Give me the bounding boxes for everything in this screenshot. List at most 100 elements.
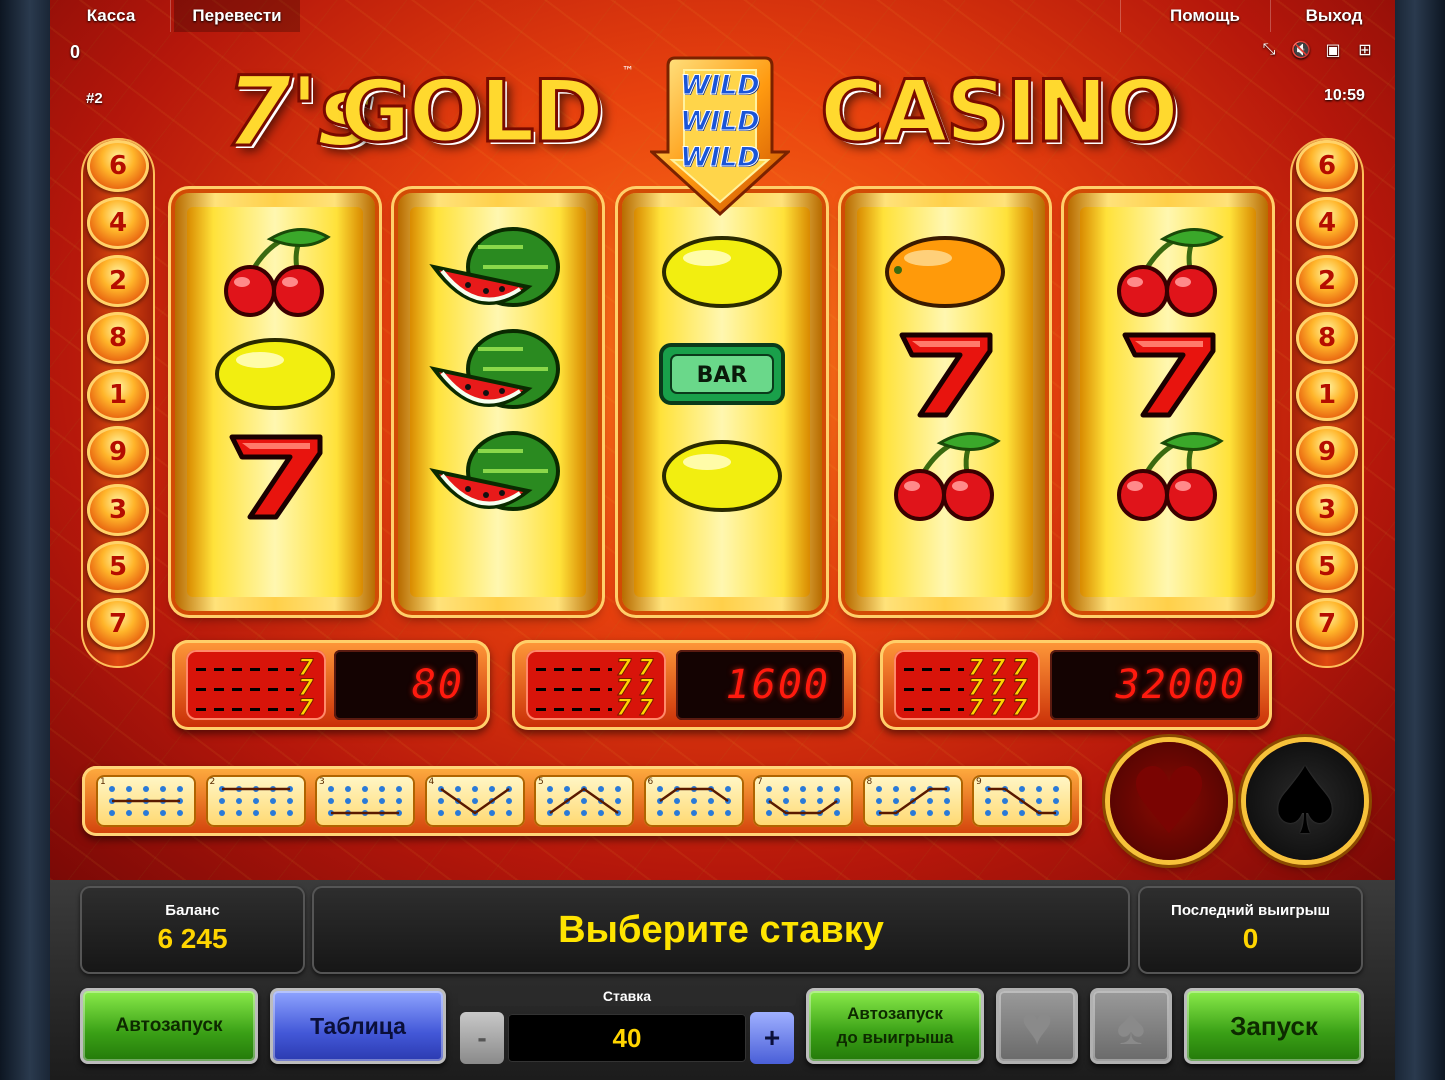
- payline-1-button[interactable]: 1: [96, 775, 196, 827]
- reel-1: [175, 193, 375, 611]
- payline-6-button[interactable]: 6: [643, 775, 744, 827]
- wild-label: WILD: [680, 106, 760, 138]
- lemon-symbol: [634, 421, 810, 531]
- paytable-dash-row: [196, 708, 294, 711]
- paytable-symbols: 777777777: [894, 650, 1040, 722]
- settings-icon[interactable]: ⊞: [1354, 38, 1376, 60]
- line-number: 6: [87, 140, 149, 192]
- line-number: 3: [87, 483, 149, 536]
- gamble-red-button[interactable]: ♥: [996, 988, 1078, 1064]
- payline-pattern-icon: [875, 786, 950, 816]
- watermelon-symbol: [410, 217, 586, 327]
- payline-pattern-icon: [328, 786, 402, 816]
- paytable-dash-row: [904, 688, 964, 691]
- lemon-symbol: [187, 319, 363, 429]
- paytable-value: 1600: [676, 650, 844, 720]
- balance-label: Баланс: [165, 902, 220, 919]
- wild-arrow: WILD WILD WILD: [648, 52, 792, 217]
- seven-mini-icon: 7: [967, 696, 984, 722]
- line-number: 9: [87, 426, 149, 479]
- line-number: 2: [87, 254, 149, 307]
- left-line-numbers: 6 4 2 8 1 9 3 5 7: [83, 140, 153, 656]
- line-number: 4: [87, 197, 149, 250]
- payline-pattern-icon: [218, 786, 293, 816]
- line-number: 8: [87, 311, 149, 364]
- seven-mini-icon: 7: [297, 696, 314, 722]
- paytable-two-sevens: 777777 1600: [512, 640, 856, 730]
- payline-2-button[interactable]: 2: [205, 775, 306, 827]
- line-number: 5: [87, 541, 149, 594]
- spade-icon: ♠: [1116, 996, 1146, 1056]
- line-number: 6: [1296, 140, 1358, 192]
- payline-7-button[interactable]: 7: [753, 775, 853, 827]
- help-button[interactable]: Помощь: [1150, 0, 1260, 32]
- logo-gold: GOLD: [339, 61, 606, 164]
- svg-text:BAR: BAR: [697, 363, 748, 388]
- autoplay-until-win-button[interactable]: Автозапуск до выигрыша: [806, 988, 984, 1064]
- cherry-symbol: [1080, 217, 1256, 327]
- wild-label: WILD: [680, 142, 760, 174]
- black-spade-icon[interactable]: ♠: [1246, 742, 1364, 860]
- line-number: 7: [1296, 598, 1358, 651]
- payline-pattern-icon: [547, 786, 621, 816]
- table-button[interactable]: Таблица: [270, 988, 446, 1064]
- last-win-label: Последний выигрыш: [1171, 902, 1330, 919]
- stake-increase-button[interactable]: +: [750, 1012, 794, 1064]
- line-number: 7: [87, 598, 149, 651]
- payline-pattern-icon: [985, 786, 1059, 816]
- menu-divider: [1120, 0, 1121, 32]
- paytable-value: 80: [334, 650, 478, 720]
- message-panel: Выберите ставку: [312, 886, 1130, 974]
- line-number: 2: [1296, 254, 1358, 307]
- paytable-dash-row: [536, 708, 612, 711]
- autoplay-until-win-line1: Автозапуск: [847, 1004, 943, 1023]
- payline-4-button[interactable]: 4: [424, 775, 525, 827]
- credit-counter: 0: [70, 42, 81, 62]
- clock: 10:59: [1324, 87, 1365, 104]
- translate-button[interactable]: Перевести: [174, 0, 300, 32]
- right-line-numbers: 6 4 2 8 1 9 3 5 7: [1292, 140, 1362, 656]
- bar-symbol: BAR: [634, 319, 810, 429]
- cashier-button[interactable]: Касса: [68, 0, 154, 32]
- reel-window: [187, 207, 363, 597]
- seven-symbol: [187, 421, 363, 531]
- line-number: 8: [1296, 311, 1358, 364]
- cherry-symbol: [857, 421, 1033, 531]
- paytable-dash-row: [536, 668, 612, 671]
- payline-9-button[interactable]: 9: [972, 775, 1072, 827]
- lemon-symbol: [634, 217, 810, 327]
- seven-symbol: [857, 319, 1033, 429]
- system-icons: ⤡ 🔇 ▣ ⊞: [1258, 38, 1376, 60]
- seven-mini-icon: 7: [637, 696, 654, 722]
- autoplay-button[interactable]: Автозапуск: [80, 988, 258, 1064]
- fullscreen-icon[interactable]: ⤡: [1258, 38, 1280, 60]
- red-heart-icon[interactable]: ♥: [1110, 742, 1228, 860]
- payline-5-button[interactable]: 5: [534, 775, 634, 827]
- paytable-dash-row: [904, 708, 964, 711]
- payline-8-button[interactable]: 8: [862, 775, 963, 827]
- line-number: 1: [87, 369, 149, 422]
- left-frame: [0, 0, 50, 1080]
- seven-mini-icon: 7: [1011, 696, 1028, 722]
- seven-mini-icon: 7: [615, 696, 632, 722]
- right-frame: [1395, 0, 1445, 1080]
- stake-decrease-button[interactable]: -: [460, 1012, 504, 1064]
- status-message: Выберите ставку: [558, 909, 884, 951]
- reel-5: [1068, 193, 1268, 611]
- speed-icon[interactable]: ▣: [1322, 38, 1344, 60]
- menu-divider: [170, 0, 171, 32]
- paytable-symbols: 777: [186, 650, 326, 722]
- line-number: 1: [1296, 369, 1358, 422]
- paytable-dash-row: [536, 688, 612, 691]
- reel-window: [410, 207, 586, 597]
- line-number: 9: [1296, 426, 1358, 479]
- exit-button[interactable]: Выход: [1284, 0, 1384, 32]
- balance-panel: Баланс 6 245: [80, 886, 305, 974]
- gamble-black-button[interactable]: ♠: [1090, 988, 1172, 1064]
- sound-off-icon[interactable]: 🔇: [1290, 38, 1312, 60]
- wild-label: WILD: [680, 70, 760, 102]
- payline-3-button[interactable]: 3: [315, 775, 415, 827]
- start-button[interactable]: Запуск: [1184, 988, 1364, 1064]
- last-win-value: 0: [1242, 923, 1259, 954]
- trademark: ™: [622, 64, 634, 78]
